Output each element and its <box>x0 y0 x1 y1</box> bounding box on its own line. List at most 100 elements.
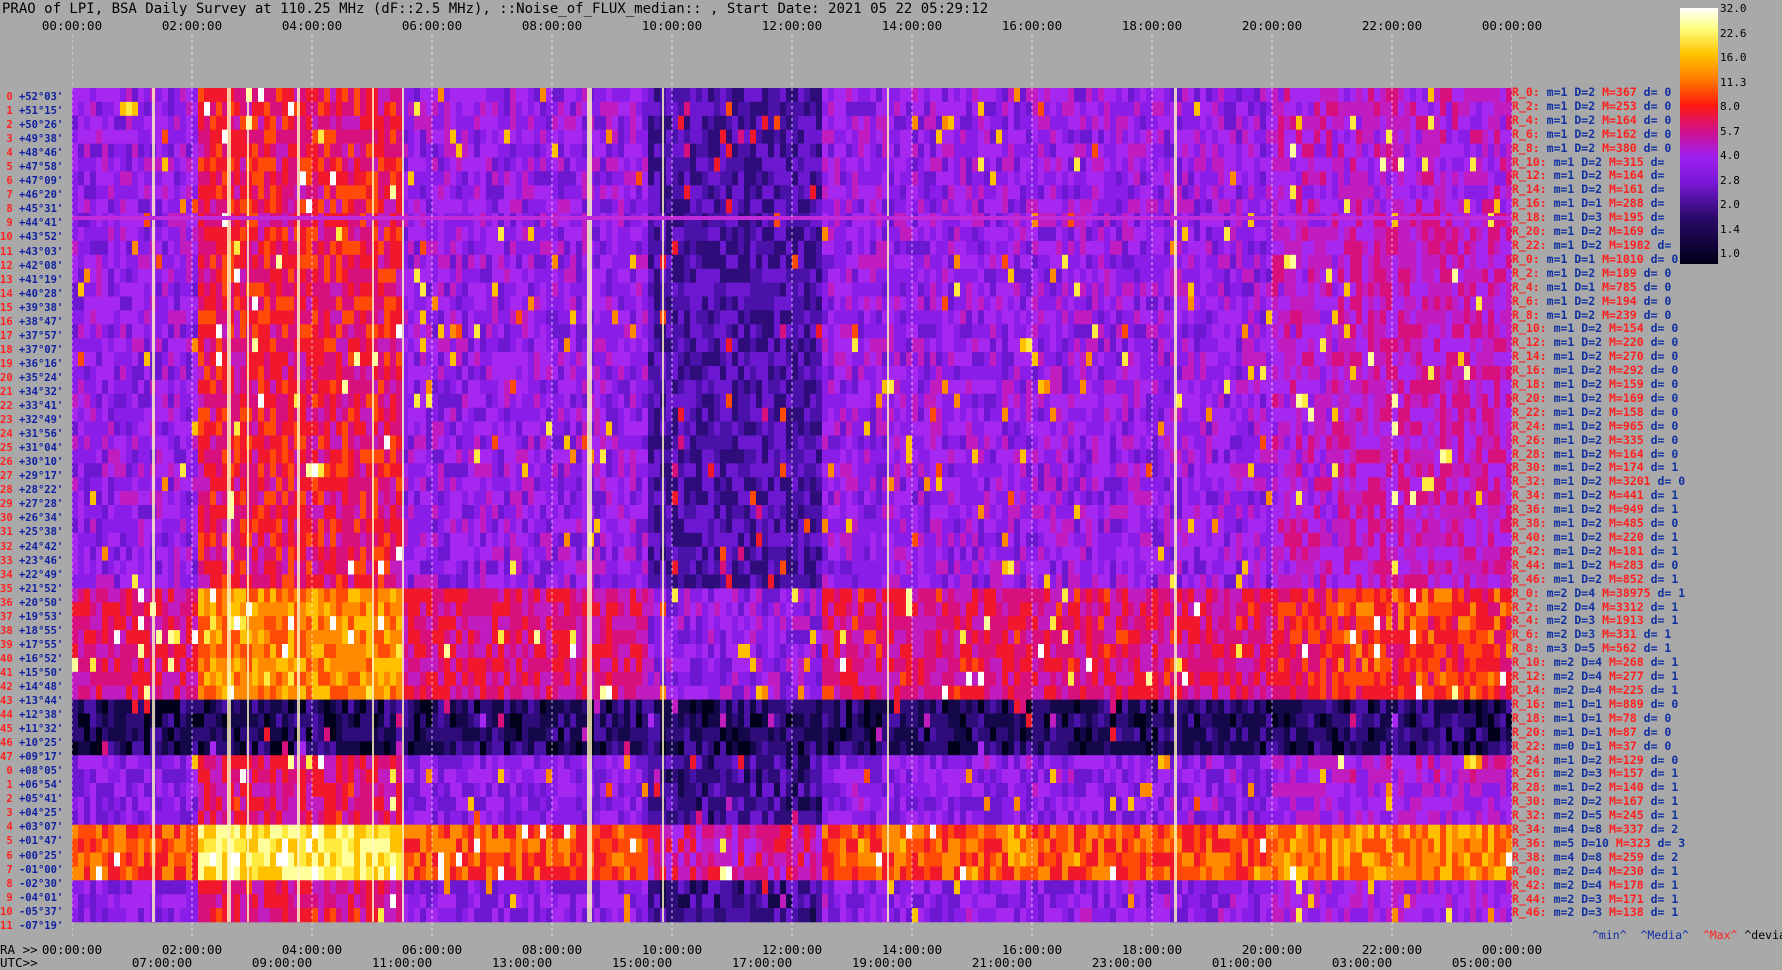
heatmap-cell <box>450 116 456 130</box>
heatmap-cell <box>570 352 576 366</box>
heatmap-cell <box>948 171 954 185</box>
heatmap-cell <box>450 144 456 158</box>
heatmap-cell <box>336 324 342 338</box>
heatmap-cell <box>438 338 444 352</box>
heatmap-cell <box>270 366 276 380</box>
heatmap-cell <box>438 241 444 255</box>
heatmap-cell <box>324 283 330 297</box>
heatmap-cell <box>258 185 264 199</box>
heatmap-cell <box>816 158 822 172</box>
heatmap-cell <box>1038 213 1044 227</box>
heatmap-cell <box>1350 283 1356 297</box>
heatmap-cell <box>822 88 828 102</box>
heatmap-cell <box>972 352 978 366</box>
heatmap-cell <box>390 283 396 297</box>
heatmap-cell <box>1482 324 1488 338</box>
heatmap-cell <box>384 158 390 172</box>
heatmap-cell <box>1110 310 1116 324</box>
heatmap-cell <box>528 88 534 102</box>
heatmap-cell <box>1110 116 1116 130</box>
heatmap-cell <box>852 227 858 241</box>
heatmap-cell <box>1200 102 1206 116</box>
heatmap-cell <box>696 338 702 352</box>
heatmap-cell <box>678 102 684 116</box>
heatmap-cell <box>1410 144 1416 158</box>
heatmap-cell <box>978 269 984 283</box>
heatmap-cell <box>288 171 294 185</box>
heatmap-cell <box>108 213 114 227</box>
heatmap-cell <box>852 130 858 144</box>
heatmap-cell <box>576 227 582 241</box>
heatmap-cell <box>816 269 822 283</box>
heatmap-cell <box>1122 227 1128 241</box>
heatmap-cell <box>666 310 672 324</box>
heatmap-cell <box>1500 310 1506 324</box>
heatmap-cell <box>780 310 786 324</box>
heatmap-cell <box>324 338 330 352</box>
heatmap-cell <box>750 269 756 283</box>
heatmap-cell <box>270 297 276 311</box>
heatmap-cell <box>168 144 174 158</box>
heatmap-cell <box>798 352 804 366</box>
heatmap-cell <box>438 130 444 144</box>
heatmap-cell <box>762 130 768 144</box>
heatmap-cell <box>666 116 672 130</box>
heatmap-cell <box>342 241 348 255</box>
heatmap-cell <box>924 158 930 172</box>
heatmap-cell <box>1194 269 1200 283</box>
heatmap-cell <box>1146 130 1152 144</box>
heatmap-cell <box>774 158 780 172</box>
heatmap-cell <box>1032 116 1038 130</box>
heatmap-cell <box>234 241 240 255</box>
heatmap-cell <box>1296 144 1302 158</box>
heatmap-cell <box>840 213 846 227</box>
heatmap-cell <box>990 352 996 366</box>
heatmap-cell <box>450 338 456 352</box>
heatmap-cell <box>564 185 570 199</box>
heatmap-cell <box>726 130 732 144</box>
heatmap-cell <box>396 297 402 311</box>
heatmap-cell <box>1248 102 1254 116</box>
heatmap-cell <box>1434 88 1440 102</box>
heatmap-cell <box>126 241 132 255</box>
heatmap-cell <box>594 130 600 144</box>
heatmap-cell <box>552 241 558 255</box>
heatmap-cell <box>426 158 432 172</box>
heatmap-cell <box>180 213 186 227</box>
heatmap-cell <box>726 283 732 297</box>
heatmap-cell <box>516 116 522 130</box>
heatmap-cell <box>762 297 768 311</box>
heatmap-cell <box>912 130 918 144</box>
heatmap-cell <box>1500 185 1506 199</box>
heatmap-cell <box>564 269 570 283</box>
heatmap-cell <box>1248 241 1254 255</box>
heatmap-cell <box>930 310 936 324</box>
heatmap-cell <box>630 241 636 255</box>
heatmap-cell <box>630 171 636 185</box>
heatmap-cell <box>198 297 204 311</box>
heatmap-cell <box>186 102 192 116</box>
heatmap-cell <box>270 352 276 366</box>
heatmap-cell <box>1482 241 1488 255</box>
heatmap-cell <box>1428 352 1434 366</box>
heatmap-cell <box>1464 227 1470 241</box>
heatmap-cell <box>1116 144 1122 158</box>
heatmap-cell <box>720 130 726 144</box>
heatmap-cell <box>1020 213 1026 227</box>
heatmap-cell <box>954 324 960 338</box>
heatmap-cell <box>276 213 282 227</box>
top-axis-tick: 00:00:00 <box>42 18 102 33</box>
heatmap-cell <box>84 185 90 199</box>
heatmap-cell <box>474 241 480 255</box>
heatmap-cell <box>72 144 78 158</box>
heatmap-cell <box>1290 88 1296 102</box>
heatmap-cell <box>324 199 330 213</box>
heatmap-cell <box>1488 338 1494 352</box>
heatmap-cell <box>276 102 282 116</box>
heatmap-cell <box>84 102 90 116</box>
heatmap-cell <box>636 366 642 380</box>
heatmap-cell <box>1146 241 1152 255</box>
heatmap-cell <box>576 297 582 311</box>
heatmap-cell <box>1494 283 1500 297</box>
heatmap-cell <box>1098 255 1104 269</box>
